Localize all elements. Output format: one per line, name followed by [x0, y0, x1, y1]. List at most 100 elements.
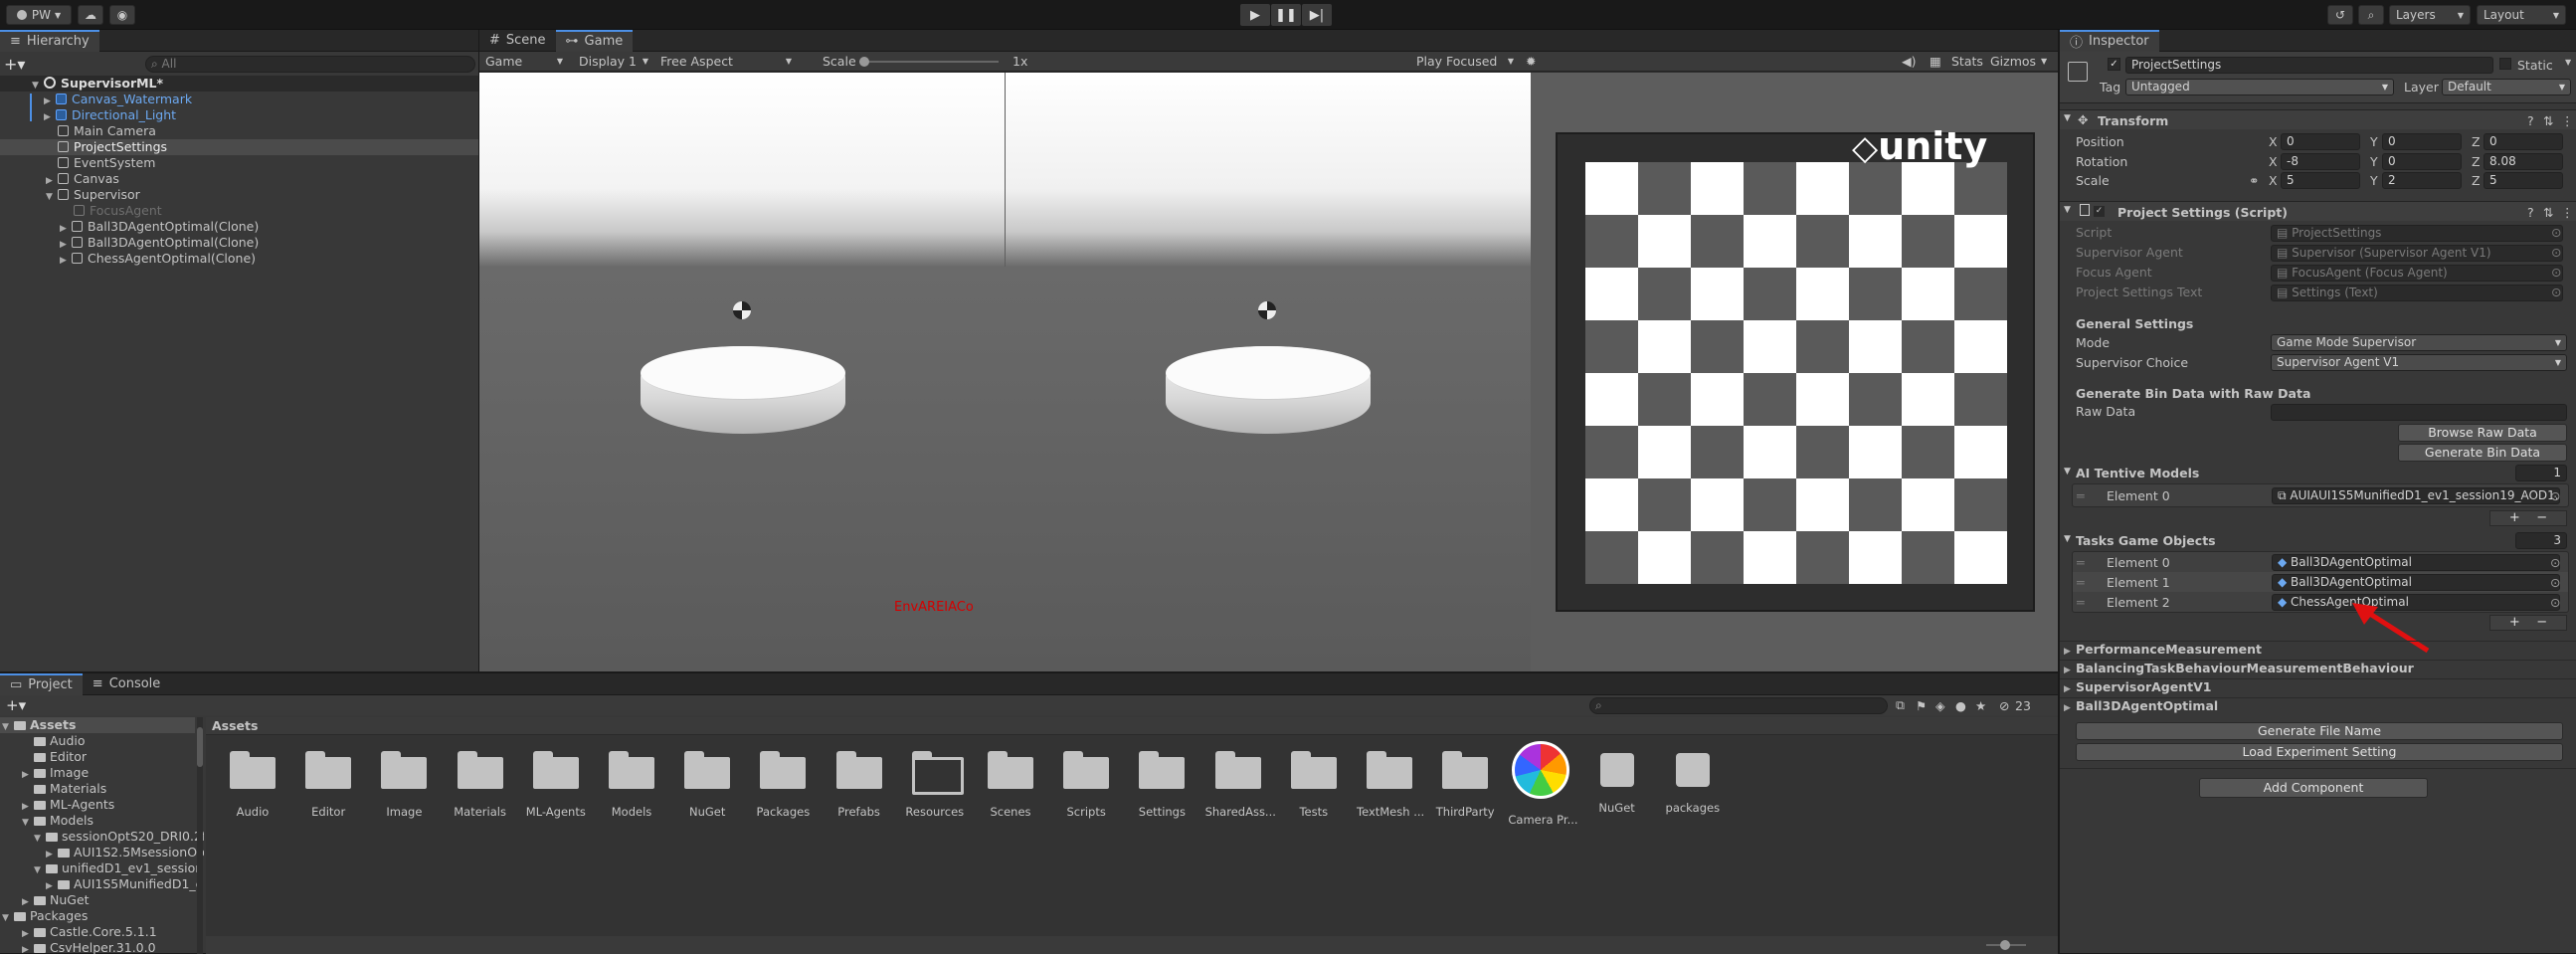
add-icon[interactable]: + [2509, 510, 2520, 525]
task-element-field[interactable]: ◆ Ball3DAgentOptimal [2272, 574, 2560, 591]
tree-item[interactable]: ▶ NuGet [0, 892, 195, 908]
star-icon[interactable]: ★ [1975, 698, 1986, 713]
tree-item[interactable]: ▶ CsvHelper.31.0.0 [0, 940, 195, 954]
hidden-packages-icon[interactable]: ⊘ [1999, 698, 2009, 713]
component-enabled-checkbox[interactable]: ✓ [2094, 206, 2105, 217]
tree-scrollbar[interactable] [197, 717, 203, 954]
preset-icon[interactable]: ⇅ [2543, 205, 2553, 220]
remove-icon[interactable]: − [2536, 615, 2547, 630]
add-icon[interactable]: +▾ [6, 696, 26, 714]
drag-handle-icon[interactable]: ═ [2077, 575, 2085, 590]
asset-item[interactable]: Audio [220, 749, 285, 829]
add-icon[interactable]: +▾ [4, 55, 26, 74]
breadcrumb-assets[interactable]: Assets [212, 718, 258, 733]
chevron-down-icon[interactable]: ▼ [2041, 57, 2047, 66]
supervisor-choice-dropdown[interactable]: Supervisor Agent V1 ▼ [2271, 354, 2567, 371]
tree-item[interactable]: ▼ unifiedD1_ev1_session1 [0, 860, 204, 876]
object-picker-icon[interactable]: ⊙ [2550, 555, 2560, 570]
asset-item[interactable]: SharedAss... [1205, 749, 1276, 829]
asset-item[interactable]: Prefabs [827, 749, 892, 829]
tree-item[interactable]: ▶ Castle.Core.5.1.1 [0, 924, 195, 940]
asset-item[interactable]: Image [371, 749, 437, 829]
scale-slider[interactable] [859, 57, 999, 67]
load-experiment-button[interactable]: Load Experiment Setting [2076, 743, 2563, 761]
rotation-y[interactable]: 0 [2382, 153, 2462, 170]
tree-item[interactable]: ▶ ML-Agents [0, 797, 195, 813]
aspect-dropdown[interactable]: Free Aspect ▼ [656, 53, 796, 71]
scrollbar-thumb[interactable] [197, 727, 203, 767]
component-performance[interactable]: ▶ PerformanceMeasurement [2060, 641, 2576, 657]
label-icon[interactable]: ◈ [1935, 698, 1945, 713]
display-dropdown[interactable]: Display 1 ▼ [575, 53, 652, 71]
asset-item[interactable]: Tests [1281, 749, 1347, 829]
hierarchy-item-projectsettings[interactable]: ProjectSettings [0, 139, 478, 155]
object-name-field[interactable]: ProjectSettings [2125, 57, 2493, 74]
hierarchy-item-canvas[interactable]: ▶ Canvas [0, 171, 478, 187]
cloud-button[interactable]: ☁ [78, 5, 103, 25]
task-element-0[interactable]: ═ Element 0 ◆ Ball3DAgentOptimal ⊙ [2073, 552, 2568, 572]
asset-item[interactable]: Settings [1129, 749, 1195, 829]
asset-item[interactable]: ThirdParty [1432, 749, 1498, 829]
tab-game[interactable]: ⊶ Game [555, 29, 634, 52]
tree-item[interactable]: ▼ Models [0, 813, 195, 829]
hierarchy-item-ball3d-2[interactable]: ▶ Ball3DAgentOptimal(Clone) [0, 235, 478, 251]
hierarchy-item-eventsystem[interactable]: EventSystem [0, 155, 478, 171]
hierarchy-item-ball3d-1[interactable]: ▶ Ball3DAgentOptimal(Clone) [0, 219, 478, 235]
object-picker-icon[interactable]: ⊙ [2550, 575, 2560, 590]
preset-icon[interactable]: ⇅ [2543, 113, 2553, 128]
tree-item[interactable]: ▼ sessionOptS20_DRI0.2f [0, 829, 204, 845]
play-button[interactable]: ▶ [1240, 4, 1270, 26]
asset-item[interactable]: NuGet [674, 749, 740, 829]
tree-item[interactable]: Audio [0, 733, 195, 749]
link-icon[interactable]: ⚭ [2249, 173, 2259, 188]
foldout-icon[interactable]: ▼ [2064, 467, 2071, 477]
hierarchy-item-main-camera[interactable]: Main Camera [0, 123, 478, 139]
layout-dropdown[interactable]: Layout ▼ [2477, 5, 2566, 25]
help-icon[interactable]: ? [2527, 113, 2534, 128]
asset-item[interactable]: TextMesh ... [1357, 749, 1424, 829]
transform-header[interactable]: ▼ ✥ Transform ? ⇅ ⋮ [2060, 109, 2576, 129]
hierarchy-item-canvas-watermark[interactable]: ▶ Canvas_Watermark [0, 92, 478, 107]
asset-item[interactable]: Scenes [978, 749, 1043, 829]
object-picker-icon[interactable]: ⊙ [2551, 265, 2561, 280]
asset-item[interactable]: packages [1660, 749, 1726, 829]
add-component-button[interactable]: Add Component [2199, 778, 2428, 798]
scale-z[interactable]: 5 [2484, 172, 2563, 189]
generate-file-name-button[interactable]: Generate File Name [2076, 722, 2563, 740]
icon-size-slider[interactable] [1986, 940, 2026, 950]
chevron-down-icon[interactable]: ▼ [2565, 58, 2571, 67]
step-button[interactable]: ▶| [1302, 4, 1332, 26]
ai-models-count[interactable]: 1 [2515, 465, 2567, 481]
component-balancing[interactable]: ▶ BalancingTaskBehaviourMeasurementBehavi… [2060, 660, 2576, 675]
browse-raw-data-button[interactable]: Browse Raw Data [2398, 424, 2567, 442]
asset-item[interactable]: Models [599, 749, 664, 829]
layer-dropdown[interactable]: Default ▼ [2442, 79, 2571, 95]
asset-item[interactable]: ML-Agents [523, 749, 589, 829]
play-focused-dropdown[interactable]: Play Focused ▼ [1412, 53, 1518, 71]
asset-item[interactable]: Resources [902, 749, 968, 829]
keyboard-icon[interactable]: ▦ [1930, 54, 1941, 69]
scale-slider-handle[interactable] [859, 57, 869, 67]
active-checkbox[interactable]: ✓ [2108, 58, 2120, 71]
hierarchy-item-chessagent[interactable]: ▶ ChessAgentOptimal(Clone) [0, 251, 478, 267]
asset-item[interactable]: Materials [448, 749, 513, 829]
hierarchy-item-scene[interactable]: ▼ SupervisorML* [0, 76, 478, 92]
tree-item[interactable]: ▶ Image [0, 765, 195, 781]
tab-inspector[interactable]: ⓘ Inspector [2060, 29, 2159, 52]
asset-item[interactable]: Editor [295, 749, 361, 829]
object-picker-icon[interactable]: ⊙ [2551, 225, 2561, 240]
hierarchy-item-supervisor[interactable]: ▼ Supervisor [0, 187, 478, 203]
asset-item[interactable]: Scripts [1053, 749, 1119, 829]
asset-item[interactable]: Camera Pr... [1508, 741, 1578, 829]
add-icon[interactable]: + [2509, 615, 2520, 630]
tab-hierarchy[interactable]: ≡ Hierarchy [0, 29, 99, 52]
task-element-2[interactable]: ═ Element 2 ◆ ChessAgentOptimal ⊙ [2073, 592, 2568, 612]
tree-item[interactable]: ▶ AUI1S2.5MsessionOp [0, 845, 204, 860]
drag-handle-icon[interactable]: ═ [2077, 595, 2085, 610]
audio-mute-icon[interactable]: ◀) [1902, 54, 1917, 69]
account-button[interactable]: PW ▼ [6, 5, 72, 25]
raw-data-field[interactable] [2271, 404, 2567, 421]
component-ball3d[interactable]: ▶ Ball3DAgentOptimal [2060, 697, 2576, 713]
tree-item[interactable]: Materials [0, 781, 195, 797]
drag-handle-icon[interactable]: ═ [2077, 555, 2085, 570]
